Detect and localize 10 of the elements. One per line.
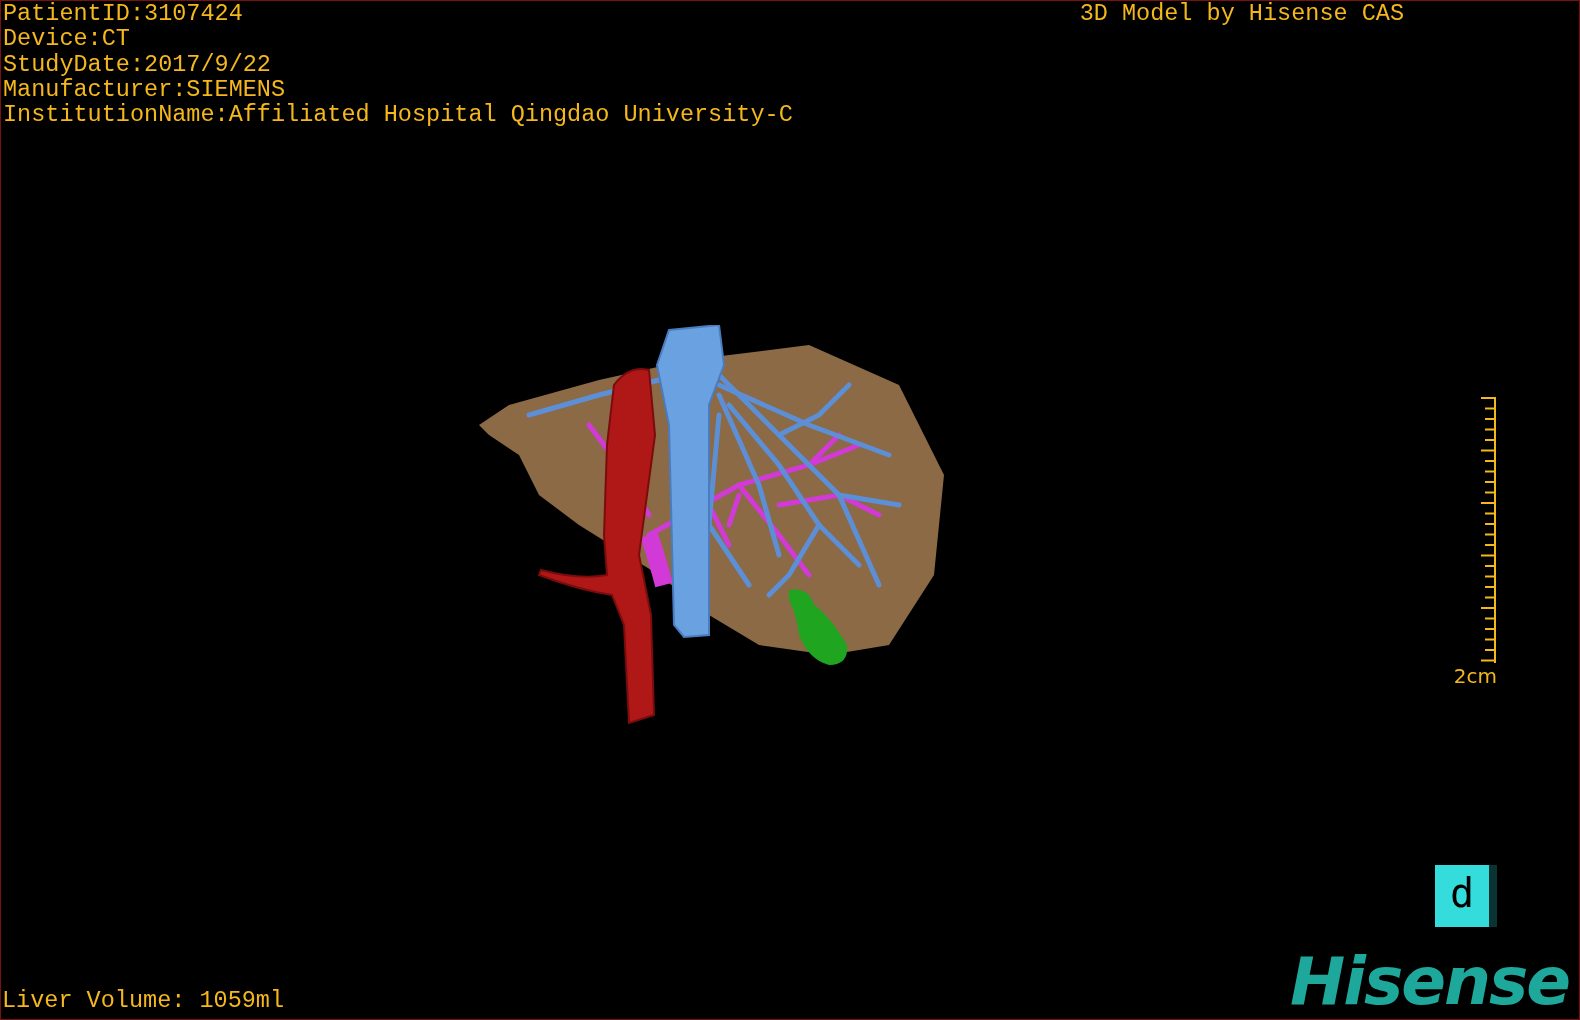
liver-volume-text: Liver Volume: 1059ml [1, 987, 285, 1016]
patient-info-text: Manufacturer:SIEMENS [3, 76, 287, 103]
patient-info-text: Device:CT [3, 26, 131, 52]
view-button[interactable]: d [1435, 865, 1497, 927]
viewer-title: 3D Model by Hisense CAS [1079, 1, 1404, 27]
scale-label: 2cm [1453, 665, 1497, 688]
patient-info-text: PatientID:3107424 [3, 1, 244, 27]
patient-info-text: StudyDate:2017/9/22 [3, 51, 272, 77]
logo-text: Hisense [1290, 949, 1570, 1015]
patient-info-text: InstitutionName:Affiliated Hospital Qingdao University-C [3, 102, 793, 128]
